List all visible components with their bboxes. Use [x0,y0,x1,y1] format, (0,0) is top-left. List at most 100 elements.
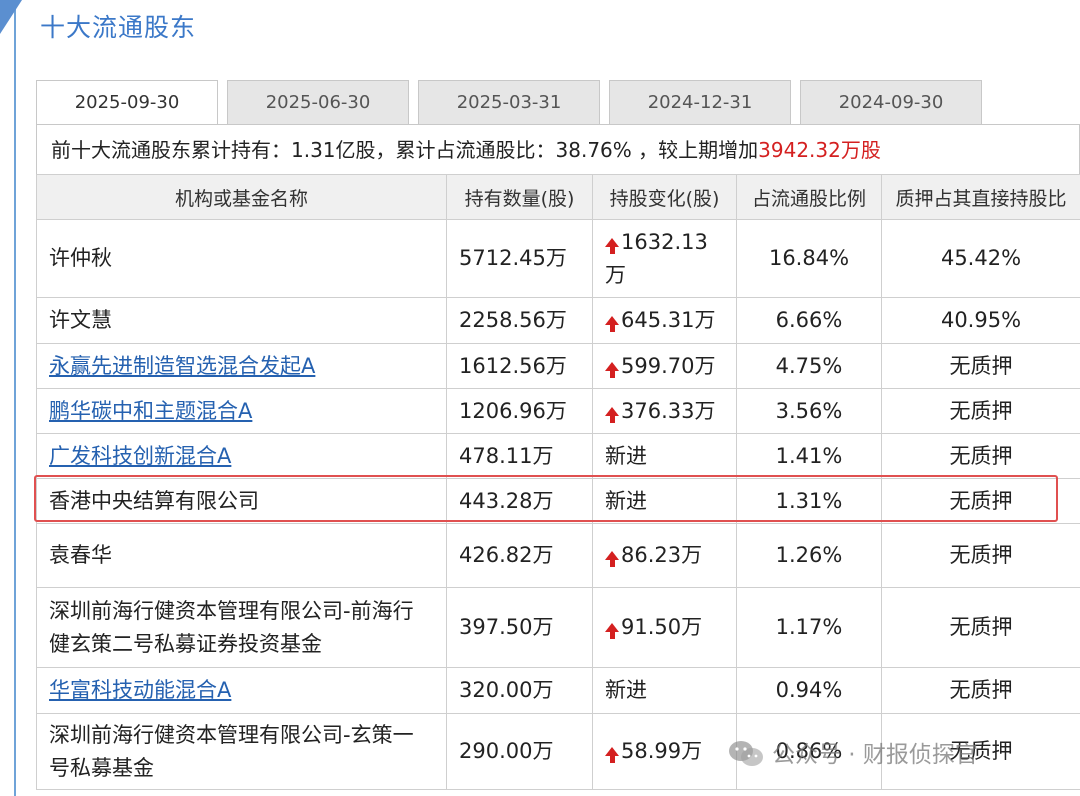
shares-cell: 1206.96万 [446,388,593,434]
holder-name: 香港中央结算有限公司 [49,488,259,513]
change-cell: 新进 [592,433,737,479]
arrow-up-icon [605,399,621,423]
period-tabs: 2025-09-30 2025-06-30 2025-03-31 2024-12… [36,80,1080,125]
holder-name-cell: 深圳前海行健资本管理有限公司-玄策一号私募基金 [36,713,447,790]
holder-name-cell[interactable]: 永赢先进制造智选混合发起A [36,343,447,389]
header-name: 机构或基金名称 [36,174,447,220]
holder-name-cell[interactable]: 鹏华碳中和主题混合A [36,388,447,434]
arrow-up-icon [605,230,621,254]
change-cell: 599.70万 [592,343,737,389]
holder-name: 许仲秋 [49,246,112,270]
change-cell: 86.23万 [592,523,737,588]
ratio-cell: 3.56% [736,388,882,434]
shares-cell: 443.28万 [446,478,593,524]
pledge-cell: 无质押 [881,433,1080,479]
header-ratio: 占流通股比例 [736,174,882,220]
ratio-cell: 1.41% [736,433,882,479]
change-value: 新进 [605,488,647,513]
ratio-cell: 1.17% [736,587,882,668]
change-cell: 376.33万 [592,388,737,434]
change-value: 1632.13万 [605,229,708,287]
holder-name: 许文慧 [49,308,112,332]
holder-name-cell[interactable]: 广发科技创新混合A [36,433,447,479]
pledge-cell: 无质押 [881,478,1080,524]
pledge-cell: 无质押 [881,523,1080,588]
shares-cell: 2258.56万 [446,297,593,344]
holder-name: 深圳前海行健资本管理有限公司-前海行健玄策二号私募证券投资基金 [49,598,414,656]
shares-cell: 478.11万 [446,433,593,479]
holder-name-link[interactable]: 广发科技创新混合A [49,444,231,468]
summary-increase: 3942.32万股 [758,138,881,162]
table-row: 永赢先进制造智选混合发起A 1612.56万 599.70万 4.75% 无质押 [36,343,1080,389]
section-title: 十大流通股东 [40,13,197,42]
arrow-up-icon [605,615,621,639]
holder-name-link[interactable]: 永赢先进制造智选混合发起A [49,354,315,378]
corner-marker [0,0,22,34]
summary-text: 前十大流通股东累计持有：1.31亿股，累计占流通股比：38.76% ，较上期增加 [51,138,759,162]
pledge-cell: 40.95% [881,297,1080,344]
ratio-cell: 4.75% [736,343,882,389]
table-row: 袁春华 426.82万 86.23万 1.26% 无质押 [36,523,1080,588]
shares-cell: 397.50万 [446,587,593,668]
shares-cell: 290.00万 [446,713,593,790]
arrow-up-icon [605,354,621,378]
ratio-cell: 16.84% [736,219,882,298]
change-value: 新进 [605,678,647,702]
shares-cell: 1612.56万 [446,343,593,389]
table-header-row: 机构或基金名称 持有数量(股) 持股变化(股) 占流通股比例 质押占其直接持股比 [36,174,1080,220]
change-value: 376.33万 [621,398,716,423]
header-pledge: 质押占其直接持股比 [881,174,1080,220]
ratio-cell: 0.94% [736,667,882,714]
change-cell: 新进 [592,667,737,714]
arrow-up-icon [605,308,621,332]
holder-name-cell[interactable]: 华富科技动能混合A [36,667,447,714]
watermark-text: 公众号 · 财报侦探官 [772,742,978,768]
ratio-cell: 1.26% [736,523,882,588]
holder-name-link[interactable]: 华富科技动能混合A [49,678,231,702]
tab-2025-09-30[interactable]: 2025-09-30 [36,80,218,125]
watermark: 公众号 · 财报侦探官 [728,735,978,775]
shares-cell: 426.82万 [446,523,593,588]
ratio-cell: 1.31% [736,478,882,524]
arrow-up-icon [605,543,621,567]
table-row: 许仲秋 5712.45万 1632.13万 16.84% 45.42% [36,219,1080,298]
change-cell: 1632.13万 [592,219,737,298]
pledge-cell: 无质押 [881,587,1080,668]
table-row: 广发科技创新混合A 478.11万 新进 1.41% 无质押 [36,433,1080,479]
shares-cell: 320.00万 [446,667,593,714]
arrow-up-icon [605,739,621,763]
table-row: 鹏华碳中和主题混合A 1206.96万 376.33万 3.56% 无质押 [36,388,1080,434]
change-value: 58.99万 [621,739,703,763]
table-row: 华富科技动能混合A 320.00万 新进 0.94% 无质押 [36,667,1080,714]
table-row: 深圳前海行健资本管理有限公司-前海行健玄策二号私募证券投资基金 397.50万 91… [36,587,1080,668]
tab-2024-09-30[interactable]: 2024-09-30 [800,80,982,124]
pledge-cell: 45.42% [881,219,1080,298]
tab-2025-06-30[interactable]: 2025-06-30 [227,80,409,124]
shareholders-table: 机构或基金名称 持有数量(股) 持股变化(股) 占流通股比例 质押占其直接持股比… [36,174,1080,790]
wechat-icon [729,741,763,766]
holder-name-cell: 深圳前海行健资本管理有限公司-前海行健玄策二号私募证券投资基金 [36,587,447,668]
holder-name-link[interactable]: 鹏华碳中和主题混合A [49,399,252,423]
change-value: 新进 [605,443,647,468]
change-cell: 新进 [592,478,737,524]
holder-name-cell: 袁春华 [36,523,447,588]
holder-name-cell: 许仲秋 [36,219,447,298]
table-row: 香港中央结算有限公司 443.28万 新进 1.31% 无质押 [36,478,1080,524]
holder-name: 深圳前海行健资本管理有限公司-玄策一号私募基金 [49,722,414,780]
change-value: 599.70万 [621,353,716,378]
tab-2024-12-31[interactable]: 2024-12-31 [609,80,791,124]
shares-cell: 5712.45万 [446,219,593,298]
holder-name-cell: 香港中央结算有限公司 [36,478,447,524]
tab-2025-03-31[interactable]: 2025-03-31 [418,80,600,124]
holder-name-cell: 许文慧 [36,297,447,344]
ratio-cell: 6.66% [736,297,882,344]
summary-line: 前十大流通股东累计持有：1.31亿股，累计占流通股比：38.76% ，较上期增加… [36,124,1080,174]
change-value: 645.31万 [621,308,716,332]
change-value: 86.23万 [621,543,703,567]
table-row: 许文慧 2258.56万 645.31万 6.66% 40.95% [36,297,1080,344]
holder-name: 袁春华 [49,543,112,567]
pledge-cell: 无质押 [881,667,1080,714]
change-cell: 91.50万 [592,587,737,668]
change-cell: 58.99万 [592,713,737,790]
change-value: 91.50万 [621,615,703,639]
